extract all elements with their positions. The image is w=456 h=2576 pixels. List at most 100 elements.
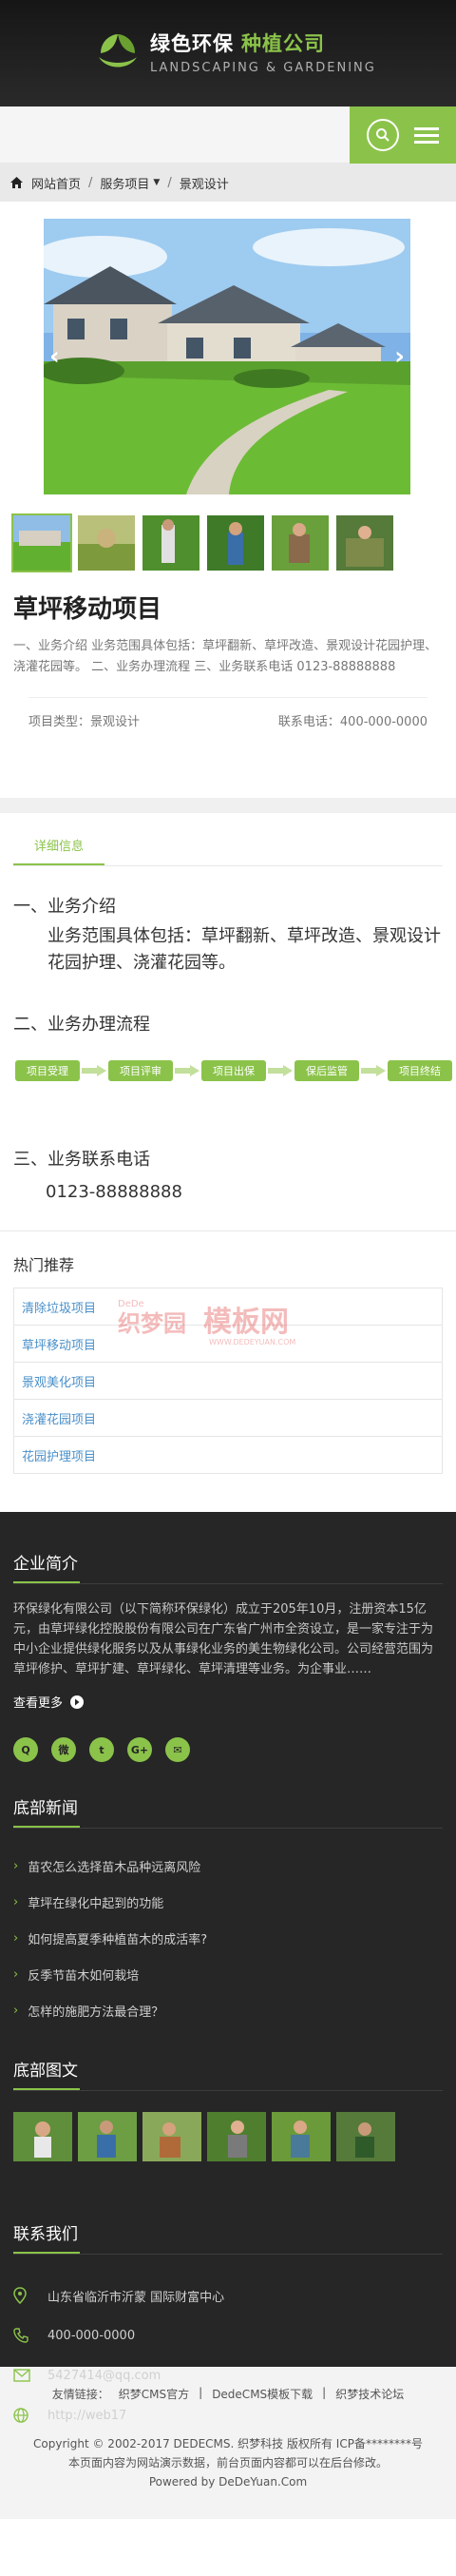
thumbnail[interactable]	[11, 513, 72, 572]
footer-divider	[13, 1828, 443, 1829]
thumbnail[interactable]	[336, 515, 393, 571]
copyright-bar: 友情链接： 织梦CMS官方 | DedeCMS模板下载 | 织梦技术论坛 Cop…	[0, 2367, 456, 2519]
section-divider	[0, 798, 456, 813]
news-item[interactable]: › 苗农怎么选择苗木品种远离风险	[13, 1848, 443, 1884]
breadcrumb-home[interactable]: 网站首页	[31, 174, 81, 192]
thumbnail[interactable]	[272, 515, 329, 571]
website-text: http://web17	[48, 2408, 127, 2423]
bullet-icon: ›	[13, 1930, 19, 1946]
separator: |	[322, 2386, 327, 2399]
about-text: 环保绿化有限公司（以下简称环保绿化）成立于205年10月，注册资本15亿元，由草…	[13, 1602, 434, 1676]
nav-bar	[0, 107, 456, 164]
news-title: 底部新闻	[13, 1794, 456, 1828]
copyright-text: Copyright © 2002-2017 DEDECMS. 织梦科技 版权所有…	[0, 2434, 456, 2491]
list-item[interactable]: 景观美化项目	[13, 1362, 443, 1400]
bullet-icon: ›	[13, 1966, 19, 1982]
product-summary: 一、业务介绍 业务范围具体包括：草坪翻新、草坪改造、景观设计花园护理、浇灌花园等…	[13, 639, 438, 674]
nav-actions	[350, 107, 456, 164]
slider-next-arrow[interactable]: ›	[394, 342, 405, 371]
news-item-label: 如何提高夏季种植苗木的成活率?	[28, 1932, 208, 1947]
detail-phone: 0123-88888888	[46, 1182, 182, 1202]
address-text: 山东省临沂市沂蒙 国际财富中心	[48, 2290, 225, 2305]
thumbnail-strip	[11, 513, 456, 572]
friend-link[interactable]: DedeCMS模板下载	[212, 2386, 313, 2402]
weibo-icon[interactable]: 微	[51, 1737, 76, 1762]
news-item-label: 反季节苗木如何栽培	[28, 1968, 140, 1984]
breadcrumb-separator: /	[88, 175, 93, 190]
list-item[interactable]: 清除垃圾项目	[13, 1288, 443, 1326]
arrow-right-icon	[173, 1065, 201, 1076]
tab-detail[interactable]: 详细信息	[13, 836, 104, 865]
more-link[interactable]: 查看更多	[13, 1693, 456, 1711]
friend-link[interactable]: 织梦技术论坛	[335, 2386, 404, 2402]
separator: |	[199, 2386, 203, 2399]
project-type: 项目类型：景观设计	[28, 715, 141, 729]
flow-step: 项目出保	[201, 1060, 266, 1081]
social-links: Q 微 t G+ ✉	[13, 1737, 456, 1762]
contact-phone[interactable]: 400-000-0000	[13, 2315, 443, 2355]
hot-recommend: 热门推荐 清除垃圾项目 草坪移动项目 景观美化项目 浇灌花园项目 花园护理项目 …	[0, 1230, 456, 1474]
gallery-image[interactable]	[78, 2112, 137, 2161]
news-item[interactable]: › 草坪在绿化中起到的功能	[13, 1884, 443, 1920]
flow-step: 保后监管	[294, 1060, 359, 1081]
gallery-image[interactable]	[272, 2112, 331, 2161]
thumbnail[interactable]	[78, 515, 135, 571]
phone-text: 400-000-0000	[48, 2328, 136, 2343]
logo-title-accent: 种植公司	[241, 32, 325, 55]
arrow-right-icon	[266, 1065, 294, 1076]
news-item[interactable]: › 反季节苗木如何栽培	[13, 1956, 443, 1992]
copyright-line: Copyright © 2002-2017 DEDECMS. 织梦科技 版权所有…	[33, 2437, 423, 2450]
wechat-icon[interactable]: ✉	[165, 1737, 190, 1762]
site-header: 绿色环保 种植公司 LANDSCAPING & GARDENING	[0, 0, 456, 107]
logo-subtitle: LANDSCAPING & GARDENING	[150, 61, 376, 75]
news-list: › 苗农怎么选择苗木品种远离风险 › 草坪在绿化中起到的功能 › 如何提高夏季种植苗木…	[13, 1848, 443, 2028]
list-item[interactable]: 花园护理项目	[13, 1436, 443, 1474]
gallery-image[interactable]	[207, 2112, 266, 2161]
search-icon	[376, 128, 390, 142]
flow-step: 项目评审	[108, 1060, 173, 1081]
thumbnail[interactable]	[142, 515, 200, 571]
contact-address: 山东省临沂市沂蒙 国际财富中心	[13, 2276, 443, 2315]
process-flow: 项目受理 项目评审 项目出保 保后监管 项目终结	[15, 1060, 456, 1081]
list-item[interactable]: 草坪移动项目	[13, 1325, 443, 1363]
product-main-image[interactable]: ‹ ›	[44, 219, 410, 494]
gallery-image[interactable]	[336, 2112, 395, 2161]
bullet-icon: ›	[13, 1894, 19, 1909]
about-title: 企业简介	[13, 1550, 456, 1583]
arrow-right-icon	[359, 1065, 388, 1076]
logo-title: 绿色环保	[150, 32, 234, 55]
flow-step: 项目受理	[15, 1060, 80, 1081]
powered-line[interactable]: Powered by DeDeYuan.Com	[0, 2472, 456, 2491]
gallery-image[interactable]	[142, 2112, 201, 2161]
twitter-icon[interactable]: t	[89, 1737, 114, 1762]
qq-icon[interactable]: Q	[13, 1737, 38, 1762]
hot-title: 热门推荐	[13, 1256, 75, 1274]
home-icon	[10, 177, 23, 188]
house-lawn-photo	[44, 219, 410, 494]
breadcrumb-current[interactable]: 景观设计	[180, 174, 229, 192]
logo[interactable]: 绿色环保 种植公司 LANDSCAPING & GARDENING	[95, 29, 376, 75]
detail-heading-intro: 一、业务介绍	[13, 897, 116, 917]
search-button[interactable]	[367, 119, 399, 151]
news-item-label: 苗农怎么选择苗木品种远离风险	[28, 1860, 201, 1875]
menu-button[interactable]	[414, 126, 439, 144]
breadcrumb-section[interactable]: 服务项目	[100, 174, 149, 192]
slider-prev-arrow[interactable]: ‹	[49, 342, 60, 371]
news-item-label: 怎样的施肥方法最合理？	[28, 2005, 164, 2020]
google-plus-icon[interactable]: G+	[127, 1737, 152, 1762]
news-item[interactable]: › 怎样的施肥方法最合理？	[13, 1992, 443, 2028]
list-item[interactable]: 浇灌花园项目	[13, 1399, 443, 1437]
news-item[interactable]: › 如何提高夏季种植苗木的成活率?	[13, 1920, 443, 1956]
flow-step: 项目终结	[388, 1060, 452, 1081]
globe-icon	[13, 2408, 48, 2423]
bullet-icon: ›	[13, 1858, 19, 1873]
product-title: 草坪移动项目	[13, 595, 162, 624]
contact-phone: 联系电话：400-000-0000	[277, 715, 428, 729]
breadcrumb: 网站首页 / 服务项目 ▼ / 景观设计	[0, 164, 456, 202]
menu-icon-bar	[414, 140, 439, 144]
product-meta: 项目类型：景观设计 联系电话：400-000-0000	[28, 697, 428, 729]
thumbnail[interactable]	[207, 515, 264, 571]
gallery-image[interactable]	[13, 2112, 72, 2161]
friend-link[interactable]: 织梦CMS官方	[119, 2386, 189, 2402]
arrow-circle-right-icon	[70, 1695, 85, 1709]
